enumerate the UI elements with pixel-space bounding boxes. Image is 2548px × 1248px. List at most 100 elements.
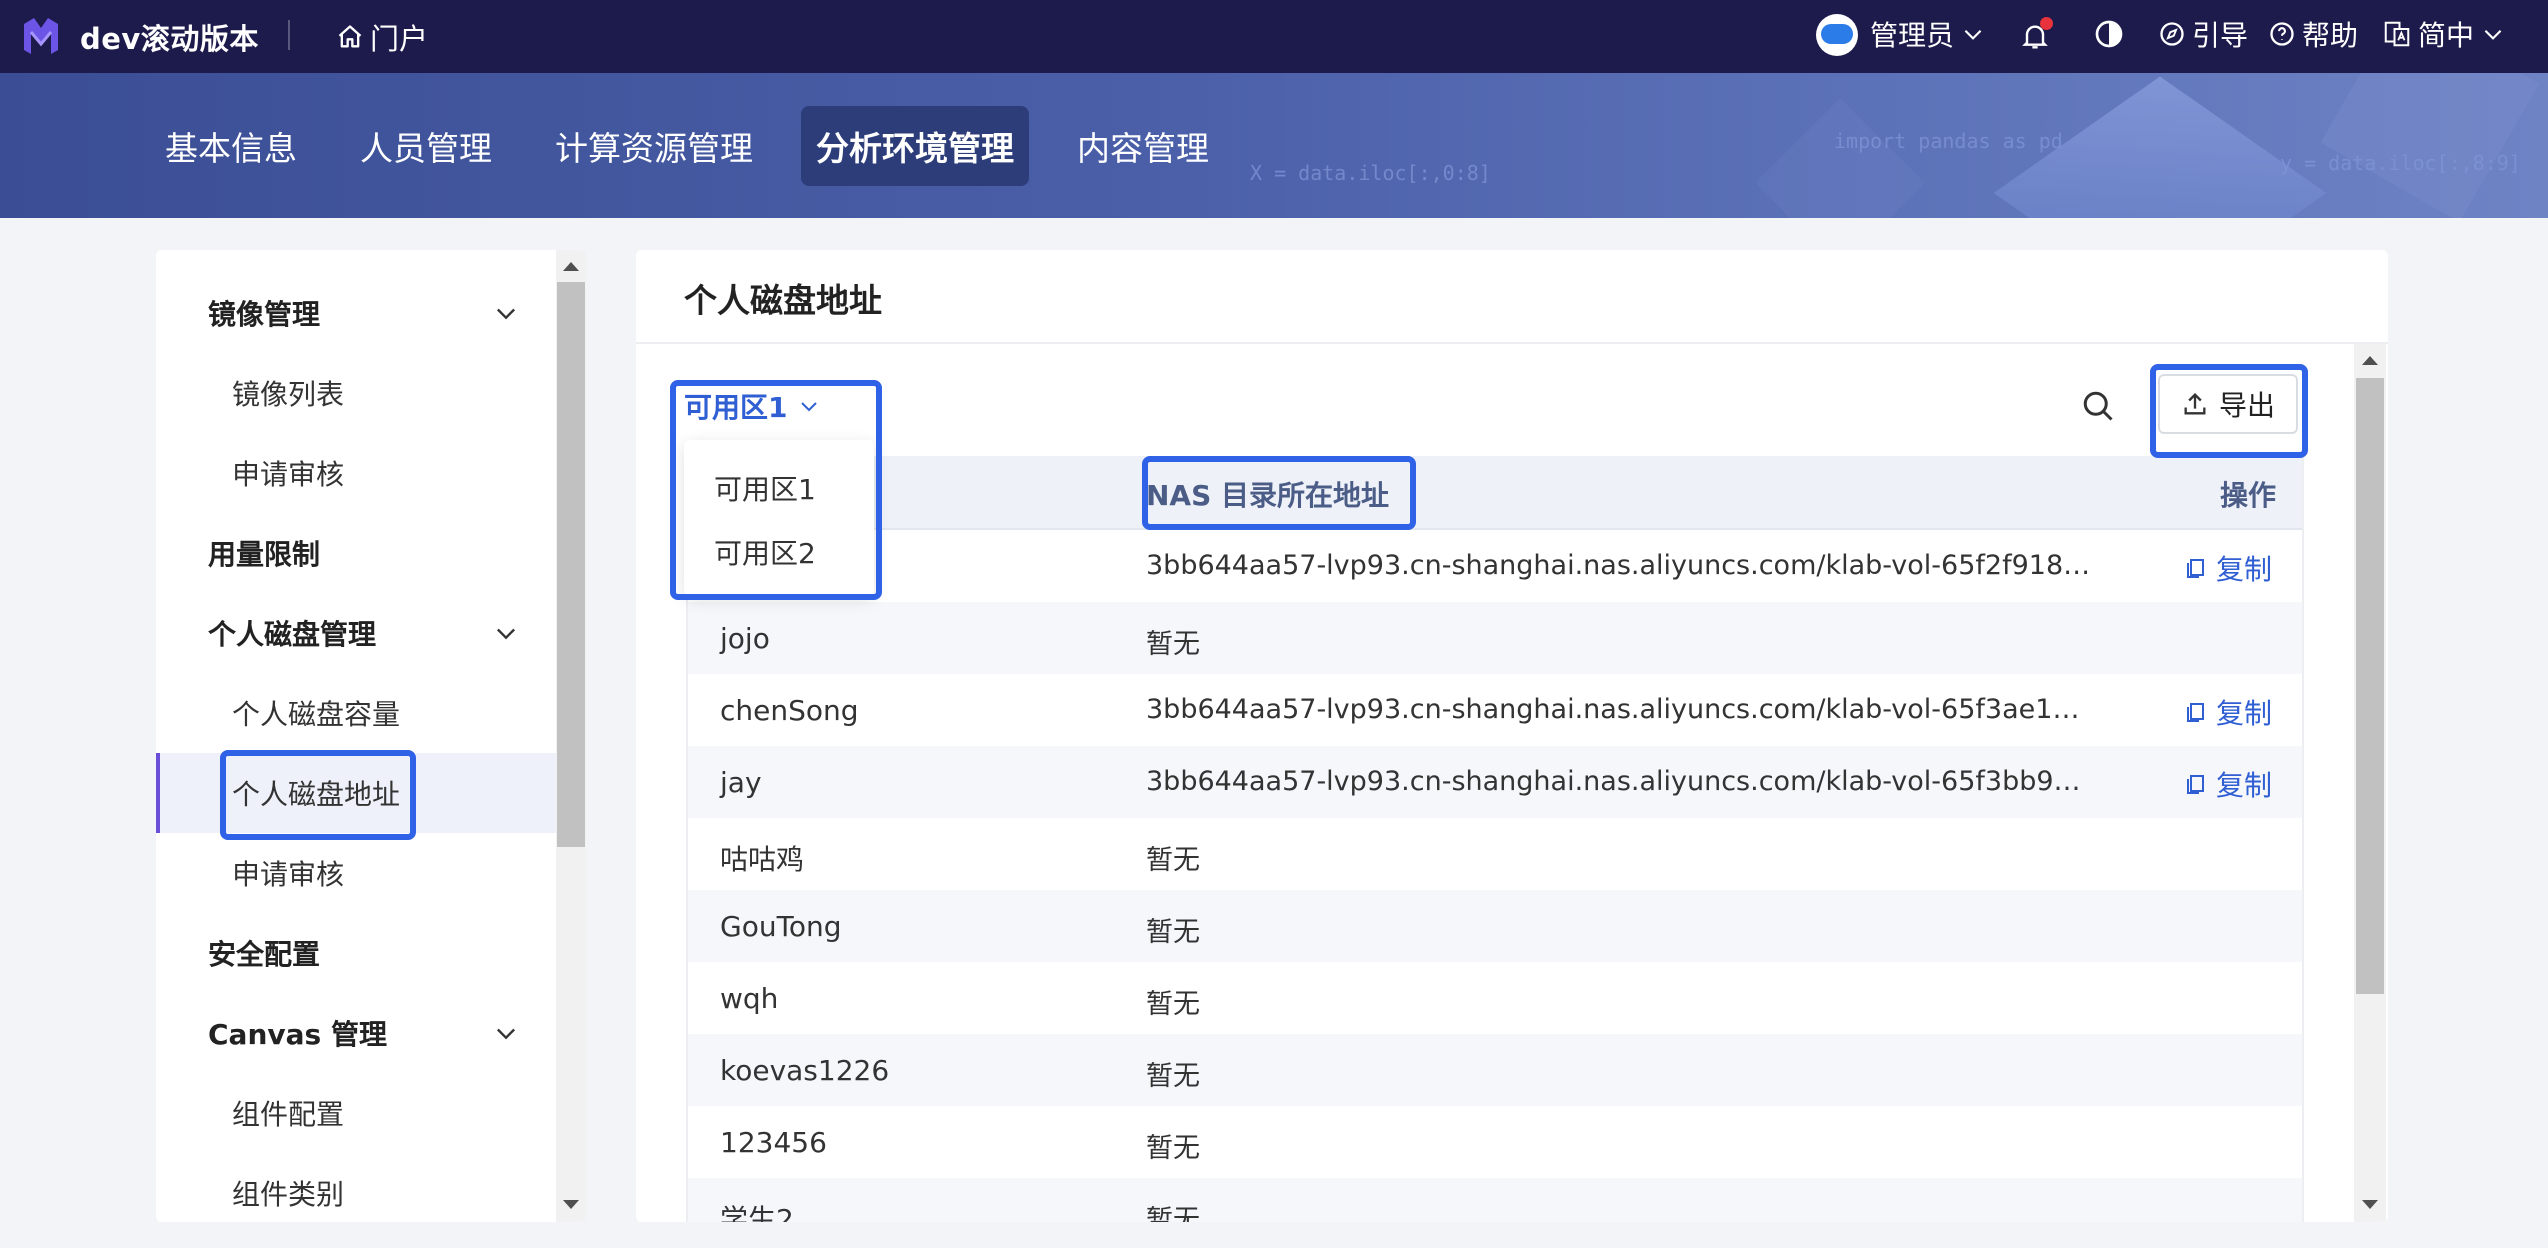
panel-scrollbar-thumb[interactable] [2356, 378, 2384, 994]
header-divider [288, 20, 290, 50]
chevron-down-icon [497, 628, 515, 640]
copy-button[interactable]: 复制 [2184, 764, 2272, 804]
sidebar-item-label: 镜像列表 [232, 378, 345, 411]
nav-compute-resources[interactable]: 计算资源管理 [540, 106, 768, 186]
scroll-down-icon[interactable] [563, 1200, 579, 1209]
highlight-box [220, 750, 416, 840]
sidebar-item-label: 申请审核 [232, 858, 345, 891]
sidebar-group-personal-disk[interactable]: 个人磁盘管理 [156, 593, 556, 673]
top-bar: dev滚动版本 门户 管理员 引导 帮助 简中 [0, 0, 2548, 73]
sidebar-group-image-management[interactable]: 镜像管理 [156, 273, 556, 353]
sidebar-item-disk-review[interactable]: 申请审核 [156, 833, 556, 913]
cell-username: GouTong [720, 910, 842, 943]
table-row: 123456 暂无 [688, 1106, 2302, 1178]
home-icon [338, 25, 362, 48]
sidebar-item-label: 安全配置 [208, 938, 321, 971]
cell-username: 123456 [720, 1126, 827, 1159]
guide-link[interactable]: 引导 [2158, 14, 2248, 54]
help-icon [2270, 22, 2294, 46]
scroll-up-icon[interactable] [563, 262, 579, 271]
cell-username: koevas1226 [720, 1054, 890, 1087]
sidebar-item-component-config[interactable]: 组件配置 [156, 1073, 556, 1153]
sidebar-item-label: 组件类别 [232, 1178, 345, 1211]
table-row: jay 3bb644aa57-lvp93.cn-shanghai.nas.ali… [688, 746, 2302, 818]
scroll-up-icon[interactable] [2362, 356, 2378, 365]
notification-dot [2040, 17, 2053, 30]
cell-username: jojo [720, 622, 770, 655]
language-switcher[interactable]: 简中 [2382, 14, 2506, 54]
copy-icon [2187, 775, 2204, 794]
user-avatar[interactable] [1816, 14, 1858, 56]
portal-label: 门户 [370, 22, 429, 56]
sidebar-item-label: Canvas 管理 [208, 1018, 387, 1051]
cell-address: 暂无 [1146, 629, 1200, 660]
main-panel: 个人磁盘地址 可用区1 导出 NAS 目录所在地址 操作 3bb644aa57-… [636, 250, 2388, 1222]
sidebar-item-component-category[interactable]: 组件类别 [156, 1153, 556, 1222]
chevron-down-icon [2484, 29, 2502, 40]
copy-button[interactable]: 复制 [2184, 548, 2272, 588]
highlight-box [2150, 364, 2308, 458]
hero-code-text: import pandas as pd [1834, 129, 2063, 153]
app-title[interactable]: dev滚动版本 [80, 16, 259, 58]
highlight-box [1142, 456, 1416, 530]
sidebar-scrollbar-thumb[interactable] [557, 282, 585, 847]
cell-address: 暂无 [1146, 989, 1200, 1020]
table-header: NAS 目录所在地址 操作 [688, 456, 2302, 530]
cell-username: chenSong [720, 694, 859, 727]
sidebar-item-image-review[interactable]: 申请审核 [156, 433, 556, 513]
nav-content-management[interactable]: 内容管理 [1062, 106, 1224, 186]
sidebar-group-canvas[interactable]: Canvas 管理 [156, 993, 556, 1073]
help-link[interactable]: 帮助 [2268, 14, 2358, 54]
chevron-down-icon [497, 1028, 515, 1040]
hero-decoration [1755, 98, 1925, 218]
copy-button[interactable]: 复制 [2184, 692, 2272, 732]
theme-toggle-icon[interactable] [2093, 18, 2125, 50]
compass-icon [2160, 22, 2184, 46]
sidebar-item-usage-limit[interactable]: 用量限制 [156, 513, 556, 593]
cell-address: 暂无 [1146, 1133, 1200, 1164]
nav-user-management[interactable]: 人员管理 [345, 106, 507, 186]
notification-button[interactable] [2017, 15, 2057, 55]
hero-decoration [2320, 73, 2540, 218]
cell-address: 暂无 [1146, 845, 1200, 876]
sidebar-item-label: 镜像管理 [208, 298, 321, 331]
nav-basic-info[interactable]: 基本信息 [150, 106, 312, 186]
user-label: 管理员 [1870, 19, 1955, 52]
table-row: wqh 暂无 [688, 962, 2302, 1034]
sidebar-item-disk-capacity[interactable]: 个人磁盘容量 [156, 673, 556, 753]
copy-label: 复制 [2216, 697, 2273, 730]
cell-address: 3bb644aa57-lvp93.cn-shanghai.nas.aliyunc… [1146, 766, 2096, 797]
portal-link[interactable]: 门户 [336, 16, 428, 58]
sidebar: 镜像管理 镜像列表 申请审核 用量限制 个人磁盘管理 个人磁盘容量 个人磁盘地址… [156, 250, 586, 1222]
chevron-down-icon [497, 308, 515, 320]
user-menu[interactable]: 管理员 [1870, 14, 1986, 54]
copy-label: 复制 [2216, 553, 2273, 586]
table-row: 3bb644aa57-lvp93.cn-shanghai.nas.aliyunc… [688, 530, 2302, 602]
sidebar-item-label: 申请审核 [232, 458, 345, 491]
sidebar-item-security[interactable]: 安全配置 [156, 913, 556, 993]
copy-label: 复制 [2216, 769, 2273, 802]
table-row: 学生2 暂无 [688, 1178, 2302, 1222]
column-header-action: 操作 [2220, 479, 2277, 512]
cell-address: 暂无 [1146, 1205, 1200, 1222]
sidebar-item-image-list[interactable]: 镜像列表 [156, 353, 556, 433]
copy-icon [2187, 559, 2204, 578]
hero-code-text: X = data.iloc[:,0:8] [1250, 161, 1491, 185]
search-icon[interactable] [2080, 388, 2116, 424]
cell-username: 咕咕鸡 [720, 843, 805, 876]
nav-analysis-environment[interactable]: 分析环境管理 [801, 106, 1029, 186]
table-row: GouTong 暂无 [688, 890, 2302, 962]
cell-address: 暂无 [1146, 1061, 1200, 1092]
title-divider [636, 342, 2388, 344]
sidebar-item-label: 用量限制 [208, 538, 321, 571]
page-title: 个人磁盘地址 [684, 281, 882, 320]
cell-username: 学生2 [720, 1203, 794, 1222]
table-row: chenSong 3bb644aa57-lvp93.cn-shanghai.na… [688, 674, 2302, 746]
table-row: koevas1226 暂无 [688, 1034, 2302, 1106]
help-label: 帮助 [2302, 19, 2359, 52]
sidebar-item-label: 组件配置 [232, 1098, 345, 1131]
chevron-down-icon [1964, 29, 1982, 40]
app-logo-icon[interactable] [18, 12, 64, 58]
cell-address: 3bb644aa57-lvp93.cn-shanghai.nas.aliyunc… [1146, 694, 2096, 725]
scroll-down-icon[interactable] [2362, 1200, 2378, 1209]
